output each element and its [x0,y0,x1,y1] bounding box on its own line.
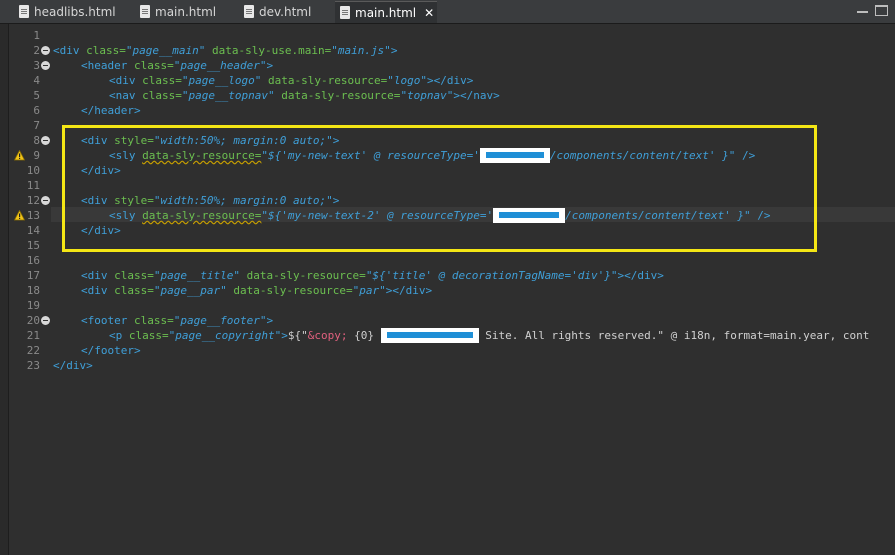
tab-label: main.html [355,5,417,20]
line-number: 12 [26,194,40,207]
file-icon [19,5,29,18]
code-line-2: <div class="page__main" data-sly-use.mai… [53,44,398,57]
warning-icon[interactable] [14,150,25,161]
tab-main-html-active[interactable]: main.html ✕ [335,1,437,23]
line-number: 6 [33,104,40,117]
tab-headlibs-html[interactable]: headlibs.html [14,1,132,23]
fold-icon[interactable] [41,46,50,55]
code-line-23: </div> [53,359,93,372]
redacted-text [380,328,479,343]
line-number: 5 [33,89,40,102]
tab-main-html[interactable]: main.html [135,1,230,23]
tab-dev-html[interactable]: dev.html [239,1,329,23]
line-number: 3 [33,59,40,72]
code-line-5: <nav class="page__topnav" data-sly-resou… [109,89,500,102]
line-number: 4 [33,74,40,87]
tab-label: headlibs.html [34,5,116,19]
line-number: 18 [26,284,40,297]
code-line-21: <p class="page__copyright">${"&copy; {0}… [109,328,870,343]
highlight-box [62,125,817,252]
left-strip [0,24,9,555]
warning-icon[interactable] [14,210,25,221]
line-number: 21 [26,329,40,342]
code-line-6: </header> [81,104,141,117]
fold-icon[interactable] [41,61,50,70]
line-number: 1 [33,29,40,42]
fold-icon[interactable] [41,196,50,205]
editor-tab-bar: headlibs.html main.html dev.html main.ht… [0,0,895,24]
line-number: 8 [33,134,40,147]
line-number: 11 [26,179,40,192]
file-icon [244,5,254,18]
code-line-17: <div class="page__title" data-sly-resour… [81,269,664,282]
line-number: 17 [26,269,40,282]
code-line-20: <footer class="page__footer"> [81,314,274,327]
line-number: 7 [33,119,40,132]
line-number: 19 [26,299,40,312]
line-number: 15 [26,239,40,252]
line-number: 10 [26,164,40,177]
close-icon[interactable]: ✕ [424,6,434,20]
file-icon [140,5,150,18]
fold-icon[interactable] [41,316,50,325]
code-line-22: </footer> [81,344,141,357]
line-number: 16 [26,254,40,267]
tab-label: dev.html [259,5,312,19]
line-number: 20 [26,314,40,327]
code-line-4: <div class="page__logo" data-sly-resourc… [109,74,474,87]
maximize-icon[interactable] [875,5,888,16]
line-number: 23 [26,359,40,372]
code-line-18: <div class="page__par" data-sly-resource… [81,284,433,297]
fold-icon[interactable] [41,136,50,145]
line-number: 2 [33,44,40,57]
tab-label: main.html [155,5,217,19]
line-number: 22 [26,344,40,357]
line-number: 14 [26,224,40,237]
file-icon [340,6,350,19]
code-line-3: <header class="page__header"> [81,59,274,72]
minimize-icon[interactable] [856,5,869,16]
